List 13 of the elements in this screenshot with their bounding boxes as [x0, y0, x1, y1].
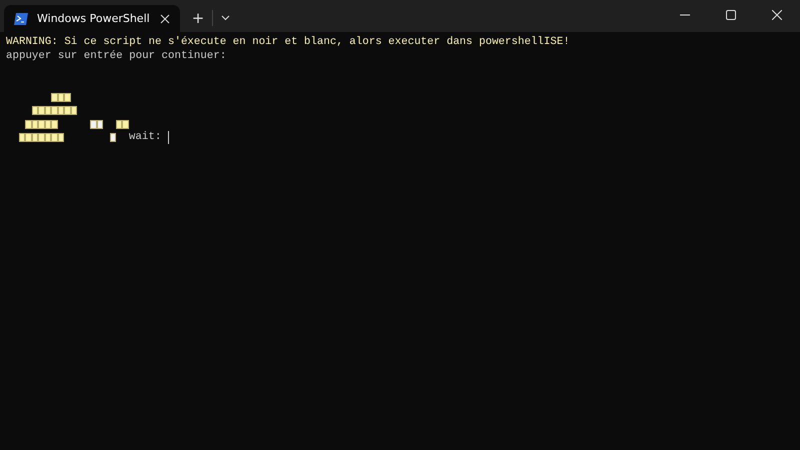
- new-tab-button[interactable]: +: [186, 6, 210, 30]
- text-cursor: [168, 131, 169, 144]
- terminal-line: WARNING: Si ce script ne s'éxecute en noir et blanc, alors executer dans powershellISE!: [6, 36, 570, 50]
- terminal-tab[interactable]: Windows PowerShell: [4, 5, 180, 32]
- close-icon: [772, 10, 782, 20]
- chevron-down-icon: [220, 15, 230, 21]
- tab-title: Windows PowerShell: [37, 12, 151, 25]
- close-tab-button[interactable]: [160, 14, 170, 24]
- close-icon: [160, 14, 170, 24]
- powershell-icon: [14, 12, 28, 24]
- maximize-icon: [726, 10, 736, 20]
- prompt-text: wait:: [128, 131, 162, 145]
- terminal-line: appuyer sur entrée pour continuer:: [6, 50, 226, 64]
